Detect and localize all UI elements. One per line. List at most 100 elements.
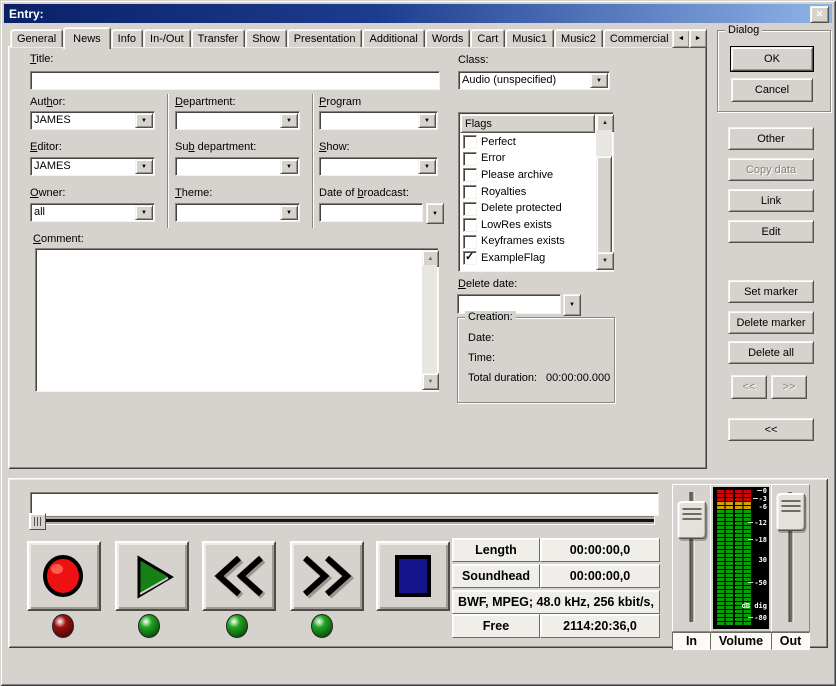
flags-scrollbar[interactable]: ▲ ▼: [596, 114, 612, 270]
position-slider-thumb[interactable]: [29, 513, 46, 530]
delete-date-dropdown-button[interactable]: ▼: [563, 294, 581, 316]
rewind-led: [226, 614, 248, 638]
edit-button[interactable]: Edit: [728, 220, 814, 243]
copy-data-button[interactable]: Copy data: [728, 158, 814, 181]
dropdown-icon[interactable]: ▼: [418, 159, 436, 174]
theme-combobox[interactable]: ▼: [175, 203, 300, 222]
tab-general[interactable]: General: [10, 29, 63, 47]
link-button[interactable]: Link: [728, 189, 814, 212]
department-combobox[interactable]: ▼: [175, 111, 300, 130]
ok-button[interactable]: OK: [731, 47, 813, 71]
dropdown-icon[interactable]: ▼: [418, 113, 436, 128]
prev-marker-button[interactable]: <<: [731, 375, 767, 399]
scroll-down-button[interactable]: ▼: [422, 373, 439, 390]
close-icon: ✕: [816, 8, 824, 21]
author-combobox[interactable]: JAMES ▼: [30, 111, 155, 130]
record-button[interactable]: [27, 541, 101, 611]
dropdown-icon[interactable]: ▼: [280, 159, 298, 174]
editor-combobox[interactable]: JAMES ▼: [30, 157, 155, 176]
meter-scale-label: 30: [759, 557, 767, 564]
format-cell: BWF, MPEG; 48.0 kHz, 256 kbit/s,: [452, 590, 660, 614]
fast-forward-button[interactable]: [290, 541, 364, 611]
free-label-cell: Free: [452, 614, 540, 638]
class-combobox[interactable]: Audio (unspecified) ▼: [458, 71, 610, 90]
dropdown-icon[interactable]: ▼: [135, 205, 153, 220]
tab-scroll-right-button[interactable]: ►: [689, 29, 707, 48]
scrollbar-thumb[interactable]: [596, 156, 612, 254]
soundhead-value: 00:00:00,0: [570, 569, 630, 583]
flag-checkbox[interactable]: [463, 218, 477, 232]
next-marker-button-label: >>: [783, 381, 796, 393]
next-marker-button[interactable]: >>: [771, 375, 807, 399]
other-button[interactable]: Other: [728, 127, 814, 150]
flag-checkbox[interactable]: ✓: [463, 251, 477, 265]
date-of-broadcast-input[interactable]: [319, 203, 423, 222]
flag-row: Royalties: [460, 184, 595, 201]
program-combobox[interactable]: ▼: [319, 111, 438, 130]
delete-marker-button[interactable]: Delete marker: [728, 311, 814, 334]
sub-department-combobox[interactable]: ▼: [175, 157, 300, 176]
tab-cart[interactable]: Cart: [470, 29, 505, 47]
scrollbar-track[interactable]: [596, 130, 612, 156]
tab-presentation[interactable]: Presentation: [287, 29, 363, 47]
tab-in-out[interactable]: In-/Out: [143, 29, 191, 47]
out-fader-thumb[interactable]: [776, 493, 805, 531]
title-input[interactable]: [30, 71, 440, 90]
tab-words[interactable]: Words: [425, 29, 471, 47]
flag-checkbox[interactable]: [463, 135, 477, 149]
tab-music1[interactable]: Music1: [505, 29, 554, 47]
in-label-box: In: [672, 632, 711, 650]
tab-news[interactable]: News: [63, 27, 111, 49]
stop-button[interactable]: [376, 541, 450, 611]
tab-info[interactable]: Info: [111, 29, 143, 47]
flag-checkbox[interactable]: [463, 202, 477, 216]
position-slider-track[interactable]: [30, 516, 655, 525]
tab-show[interactable]: Show: [245, 29, 287, 47]
flag-checkbox[interactable]: [463, 152, 477, 166]
flag-checkbox[interactable]: [463, 185, 477, 199]
comment-scrollbar[interactable]: ▲ ▼: [422, 250, 437, 390]
flag-checkbox[interactable]: [463, 235, 477, 249]
tab-transfer[interactable]: Transfer: [191, 29, 246, 47]
flag-row: ✓ExampleFlag: [460, 250, 595, 267]
tab-page-news: Title: Author: JAMES ▼ Editor: JAMES ▼ O…: [8, 46, 707, 469]
play-button[interactable]: [115, 541, 189, 611]
free-value: 2114:20:36,0: [563, 619, 637, 633]
dropdown-icon[interactable]: ▼: [590, 73, 608, 88]
delete-all-button[interactable]: Delete all: [728, 341, 814, 364]
rewind-button[interactable]: [202, 541, 276, 611]
tab-scroll-left-button[interactable]: ◄: [672, 29, 690, 48]
dropdown-icon[interactable]: ▼: [135, 113, 153, 128]
owner-combobox[interactable]: all ▼: [30, 203, 155, 222]
tab-music2[interactable]: Music2: [554, 29, 603, 47]
comment-textarea[interactable]: ▲ ▼: [35, 248, 439, 392]
tab-commercial[interactable]: Commercial: [603, 29, 676, 47]
tab-label: Transfer: [198, 33, 239, 45]
collapse-button[interactable]: <<: [728, 418, 814, 441]
scroll-down-button[interactable]: ▼: [596, 252, 614, 270]
arrow-left-icon: ◄: [678, 35, 685, 42]
flag-row: Error: [460, 151, 595, 168]
tab-additional[interactable]: Additional: [362, 29, 424, 47]
delete-all-button-label: Delete all: [748, 347, 794, 359]
play-led: [138, 614, 160, 638]
close-button[interactable]: ✕: [810, 6, 829, 23]
column-separator: [312, 94, 314, 228]
cancel-button-label: Cancel: [755, 84, 789, 96]
meter-green-zone: [717, 510, 733, 626]
scrollbar-track[interactable]: [422, 265, 437, 375]
date-of-broadcast-dropdown-button[interactable]: ▼: [426, 203, 444, 224]
dropdown-glyph: ▼: [424, 164, 430, 170]
dropdown-icon[interactable]: ▼: [280, 113, 298, 128]
volume-label-box: Volume: [710, 632, 772, 650]
dropdown-icon[interactable]: ▼: [280, 205, 298, 220]
set-marker-button[interactable]: Set marker: [728, 280, 814, 303]
flag-checkbox[interactable]: [463, 168, 477, 182]
cancel-button[interactable]: Cancel: [731, 78, 813, 102]
title-bar[interactable]: Entry: ✕: [4, 4, 832, 23]
in-fader-thumb[interactable]: [677, 501, 706, 539]
dropdown-icon[interactable]: ▼: [135, 159, 153, 174]
rewind-icon: [211, 552, 267, 600]
entry-dialog: Entry: ✕ GeneralNewsInfoIn-/Out Transfer S…: [0, 0, 836, 686]
show-combobox[interactable]: ▼: [319, 157, 438, 176]
